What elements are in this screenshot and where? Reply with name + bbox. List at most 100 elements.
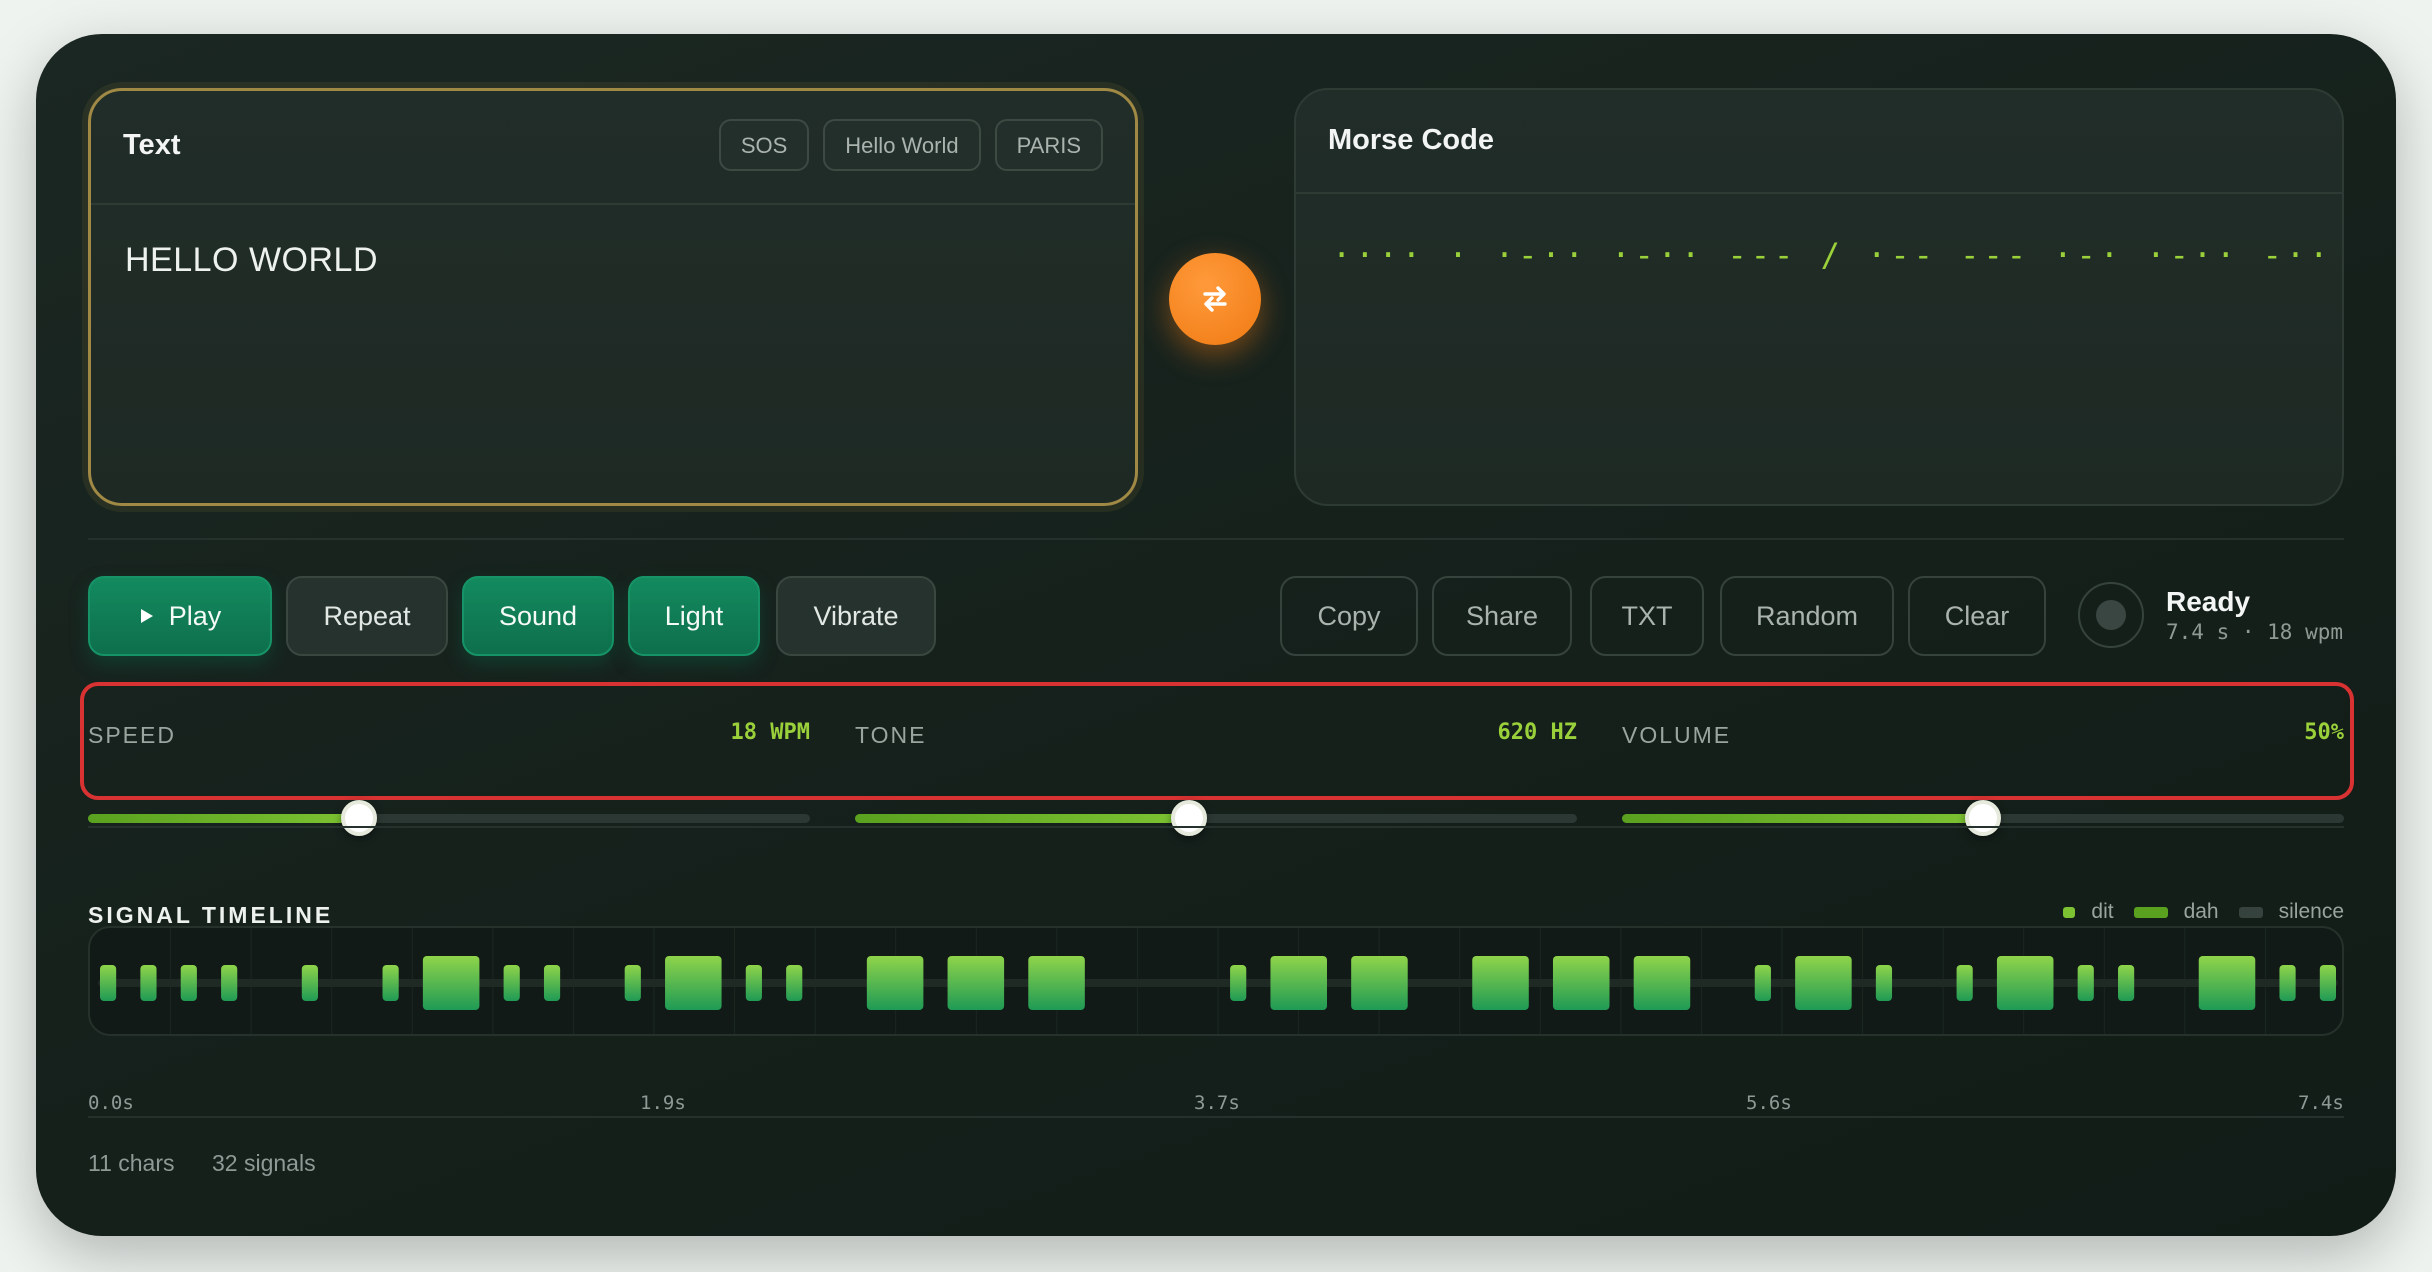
signal-count: 32 signals — [212, 1150, 316, 1176]
random-button[interactable]: Random — [1720, 576, 1894, 656]
dah-signal — [866, 956, 924, 1010]
text-panel: Text SOS Hello World PARIS HELLO WORLD — [88, 88, 1138, 506]
preset-list: SOS Hello World PARIS — [718, 119, 1103, 171]
dit-signal — [382, 965, 399, 1001]
play-button[interactable]: Play — [88, 576, 272, 656]
status-meta: 7.4 s · 18 wpm — [2166, 620, 2344, 644]
dah-signal — [422, 956, 480, 1010]
timeline-title: SIGNAL TIMELINE — [88, 902, 334, 928]
timeline-tick: 0.0s — [88, 1092, 134, 1114]
dit-signal — [745, 965, 762, 1001]
status-light — [2096, 600, 2126, 630]
morse-panel-title: Morse Code — [1328, 124, 1494, 156]
copy-button[interactable]: Copy — [1280, 576, 1418, 656]
text-input[interactable]: HELLO WORLD — [125, 241, 378, 280]
dit-signal — [221, 965, 238, 1001]
dit-signal — [543, 965, 561, 1001]
tone-label: TONE — [855, 722, 927, 748]
dit-signal — [180, 965, 197, 1001]
dit-signal — [1875, 965, 1893, 1001]
dit-swatch — [2063, 906, 2076, 918]
dah-signal — [1552, 956, 1610, 1010]
dit-signal — [2279, 965, 2296, 1001]
dit-signal — [301, 965, 318, 1001]
silence-swatch — [2238, 906, 2263, 918]
play-label: Play — [168, 600, 222, 631]
sound-toggle[interactable]: Sound — [462, 576, 614, 656]
txt-button[interactable]: TXT — [1590, 576, 1704, 656]
signal-timeline-canvas — [98, 928, 2338, 1034]
swap-button[interactable] — [1169, 253, 1261, 345]
legend-silence-label: silence — [2278, 900, 2344, 923]
dah-signal — [1633, 956, 1691, 1010]
morse-app: Text SOS Hello World PARIS HELLO WORLD M… — [36, 34, 2396, 1236]
preset-paris-button[interactable]: PARIS — [994, 119, 1103, 171]
morse-output[interactable]: ···· · ·-·· ·-·· --- / ·-- --- ·-· ·-·· … — [1332, 236, 2332, 274]
dit-signal — [503, 965, 520, 1001]
share-button[interactable]: Share — [1432, 576, 1572, 656]
speed-slider[interactable]: SPEED 18 WPM — [88, 720, 810, 836]
dit-signal — [2319, 965, 2336, 1001]
dah-signal — [1996, 956, 2054, 1010]
dit-signal — [624, 965, 641, 1001]
volume-slider[interactable]: VOLUME 50% — [1622, 720, 2344, 836]
tone-value: 620 HZ — [1497, 720, 1577, 745]
char-count: 11 chars — [88, 1150, 175, 1176]
dit-signal — [786, 965, 803, 1001]
dah-signal — [1270, 956, 1327, 1010]
tone-fill — [855, 814, 1190, 823]
play-icon — [140, 609, 153, 623]
timeline-tick: 3.7s — [1194, 1092, 1240, 1114]
text-panel-title: Text — [123, 129, 181, 161]
signal-timeline[interactable] — [88, 926, 2344, 1036]
divider — [88, 538, 2344, 540]
speed-label: SPEED — [88, 722, 176, 748]
volume-label: VOLUME — [1622, 722, 1732, 748]
light-toggle[interactable]: Light — [628, 576, 760, 656]
dit-signal — [100, 965, 117, 1001]
dah-signal — [1028, 956, 1085, 1010]
timeline-tick: 1.9s — [640, 1092, 686, 1114]
divider — [88, 1116, 2344, 1118]
status-title: Ready — [2166, 586, 2251, 617]
volume-value: 50% — [2304, 720, 2344, 745]
dit-signal — [1230, 965, 1247, 1001]
dah-signal — [1795, 956, 1852, 1010]
morse-panel: Morse Code ···· · ·-·· ·-·· --- / ·-- --… — [1294, 88, 2344, 506]
timeline-legend: dit dah silence — [2063, 900, 2344, 924]
dah-signal — [947, 956, 1005, 1010]
preset-sos-button[interactable]: SOS — [718, 119, 810, 171]
speed-value: 18 WPM — [730, 720, 810, 745]
legend-dah-label: dah — [2183, 900, 2219, 923]
speed-fill — [88, 814, 359, 823]
preset-hello-world-button[interactable]: Hello World — [823, 119, 981, 171]
volume-fill — [1622, 814, 1983, 823]
volume-thumb[interactable] — [1965, 800, 2001, 836]
volume-track[interactable] — [1622, 800, 2344, 836]
dah-signal — [1472, 956, 1529, 1010]
speed-thumb[interactable] — [340, 800, 377, 836]
legend-silence: silence — [2238, 900, 2344, 924]
dit-signal — [1956, 965, 1973, 1001]
dah-signal — [1351, 956, 1408, 1010]
tone-slider[interactable]: TONE 620 HZ — [855, 720, 1577, 836]
repeat-button[interactable]: Repeat — [286, 576, 448, 656]
speed-track[interactable] — [88, 800, 810, 836]
divider — [88, 826, 2344, 828]
dit-signal — [2118, 965, 2135, 1001]
dit-signal — [1754, 965, 1771, 1001]
clear-button[interactable]: Clear — [1908, 576, 2046, 656]
dah-signal — [665, 956, 722, 1010]
legend-dit-label: dit — [2091, 900, 2114, 923]
swap-arrows-icon — [1203, 286, 1227, 312]
status-indicator — [2078, 582, 2144, 648]
dit-signal — [140, 965, 157, 1001]
legend-dit: dit — [2063, 900, 2114, 924]
tone-thumb[interactable] — [1171, 800, 1208, 836]
morse-panel-header: Morse Code — [1296, 90, 2342, 194]
vibrate-toggle[interactable]: Vibrate — [776, 576, 936, 656]
dah-signal — [2198, 956, 2256, 1010]
legend-dah: dah — [2133, 900, 2219, 924]
tone-track[interactable] — [855, 800, 1577, 836]
dah-swatch — [2133, 906, 2168, 918]
